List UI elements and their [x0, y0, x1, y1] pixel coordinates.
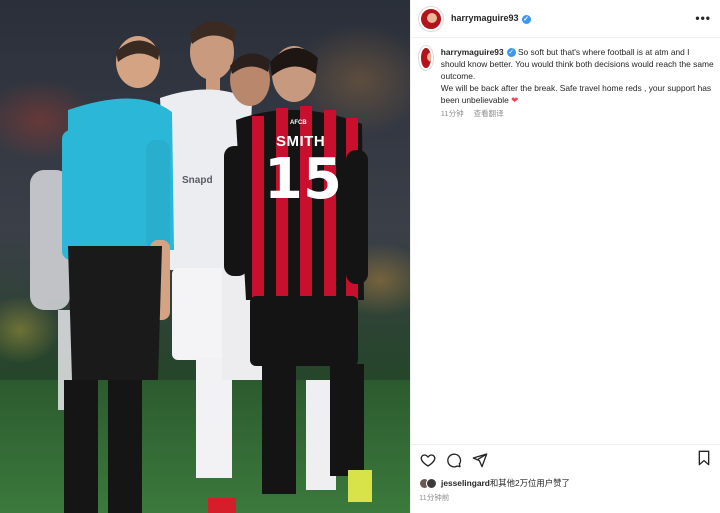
verified-icon: ✓: [521, 14, 531, 24]
players-illustration: [30, 20, 372, 513]
heart-icon[interactable]: [419, 451, 437, 469]
caption-username[interactable]: harrymaguire93: [441, 47, 504, 57]
bookmark-icon[interactable]: [696, 450, 712, 471]
action-bar: [411, 444, 720, 474]
caption-line2: We will be back after the break. Safe tr…: [440, 83, 712, 105]
shirt-badge: AFCB: [290, 120, 307, 126]
referee: [62, 36, 174, 513]
share-icon[interactable]: [471, 451, 489, 469]
header-username-text[interactable]: harrymaguire93: [451, 13, 519, 23]
post-photo[interactable]: AFCB SMITH 15 Snapd: [0, 0, 410, 513]
caption-avatar[interactable]: [419, 46, 433, 70]
see-translation-link[interactable]: 查看翻译: [474, 109, 504, 118]
post-timestamp: 11分钟前: [419, 493, 450, 502]
comment-icon[interactable]: [445, 451, 463, 469]
caption-meta: 11分钟 查看翻译: [441, 108, 715, 120]
header-username[interactable]: harrymaguire93 ✓: [451, 13, 531, 24]
likes-summary[interactable]: jesselingard和其他2万位用户赞了: [419, 477, 570, 489]
caption-body: harrymaguire93 ✓ So soft but that's where…: [441, 46, 715, 120]
shirt-number: 15: [264, 147, 342, 212]
likes-user[interactable]: jesselingard: [441, 478, 490, 488]
post-header: harrymaguire93 ✓ •••: [411, 0, 720, 38]
caption: harrymaguire93 ✓ So soft but that's where…: [419, 46, 715, 120]
heart-emoji: ❤: [511, 95, 519, 105]
avatar[interactable]: [419, 6, 443, 31]
caption-time: 11分钟: [440, 109, 464, 118]
likes-text: jesselingard和其他2万位用户赞了: [441, 477, 570, 489]
liker-avatar: [426, 477, 437, 489]
likes-rest: 和其他2万位用户赞了: [489, 478, 570, 488]
verified-icon: ✓: [506, 48, 516, 58]
more-icon[interactable]: •••: [695, 11, 711, 25]
post-sidebar: harrymaguire93 ✓ ••• harrymaguire93 ✓ So s…: [410, 0, 720, 513]
shirt-sponsor: Snapd: [182, 175, 213, 186]
